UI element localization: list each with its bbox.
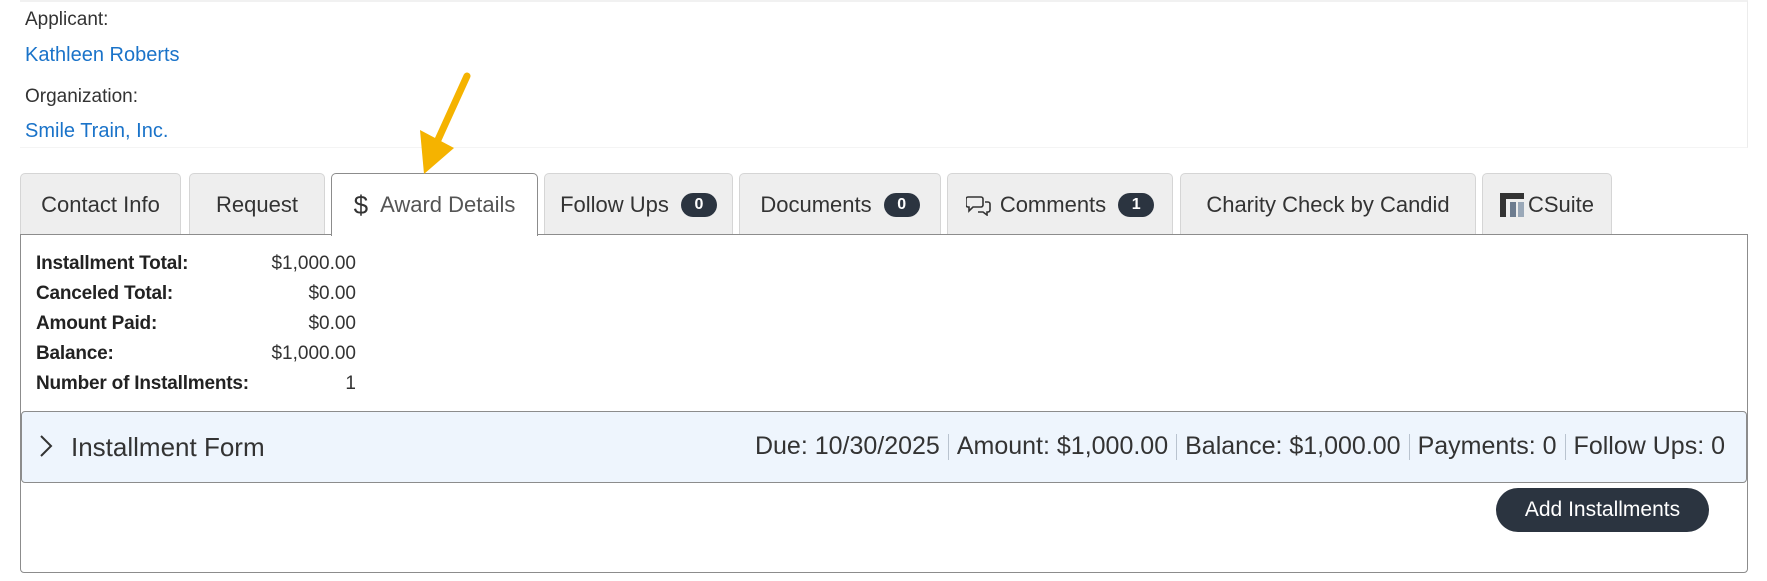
applicant-name-link[interactable]: Kathleen Roberts <box>25 44 180 67</box>
summary-value: $0.00 <box>308 313 356 334</box>
organization-name-link[interactable]: Smile Train, Inc. <box>25 120 168 143</box>
divider <box>1564 433 1566 460</box>
summary-row: Installment Total: $1,000.00 <box>36 253 356 283</box>
tab-label: CSuite <box>1527 191 1595 217</box>
tab-documents[interactable]: Documents 0 <box>739 173 941 235</box>
summary-row: Number of Installments: 1 <box>36 373 356 403</box>
summary-label: Balance: <box>36 343 114 364</box>
award-details-panel: Installment Total: $1,000.00 Canceled To… <box>20 234 1748 573</box>
tab-label: Contact Info <box>41 191 160 217</box>
summary-row: Amount Paid: $0.00 <box>36 313 356 343</box>
divider <box>1408 433 1410 460</box>
summary-row: Canceled Total: $0.00 <box>36 283 356 313</box>
csuite-logo-icon <box>1499 192 1524 217</box>
tab-label: Documents <box>760 191 872 217</box>
tab-label: Follow Ups <box>560 191 669 217</box>
installment-accordion-row[interactable]: Installment Form Due: 10/30/2025 Amount:… <box>21 411 1747 483</box>
dollar-icon: $ <box>353 189 369 220</box>
summary-row: Balance: $1,000.00 <box>36 343 356 373</box>
summary-label: Canceled Total: <box>36 283 174 304</box>
summary-label: Installment Total: <box>36 253 189 274</box>
organization-label: Organization: <box>25 86 139 107</box>
tab-bar: Contact Info Request $ Award Details Fol… <box>20 173 1748 236</box>
applicant-label: Applicant: <box>25 9 109 30</box>
comments-icon <box>965 195 991 216</box>
summary-value: $0.00 <box>308 283 356 304</box>
summary-value: 1 <box>345 373 356 394</box>
annotation-arrow-icon <box>420 72 471 174</box>
follow-ups-count-badge: 0 <box>680 192 717 217</box>
comments-count-badge: 1 <box>1118 192 1155 217</box>
summary-label: Amount Paid: <box>36 313 158 334</box>
tab-follow-ups[interactable]: Follow Ups 0 <box>544 173 733 235</box>
tab-label: Charity Check by Candid <box>1206 191 1450 217</box>
divider <box>947 433 949 460</box>
installment-due: Due: 10/30/2025 <box>754 432 940 460</box>
divider <box>1176 433 1178 460</box>
tab-contact-info[interactable]: Contact Info <box>20 173 181 235</box>
summary-value: $1,000.00 <box>271 343 356 364</box>
tab-charity-check[interactable]: Charity Check by Candid <box>1180 173 1476 235</box>
documents-count-badge: 0 <box>883 192 920 217</box>
tab-label: Request <box>216 191 298 217</box>
tab-request[interactable]: Request <box>189 173 325 235</box>
installment-follow-ups: Follow Ups: 0 <box>1573 432 1725 460</box>
installment-title: Installment Form <box>71 432 265 462</box>
tab-label: Comments <box>999 191 1107 217</box>
tab-label: Award Details <box>380 192 516 217</box>
summary-value: $1,000.00 <box>271 253 356 274</box>
installment-payments: Payments: 0 <box>1417 432 1557 460</box>
tab-comments[interactable]: Comments 1 <box>947 173 1173 235</box>
summary-label: Number of Installments: <box>36 373 249 394</box>
chevron-right-icon[interactable] <box>39 434 53 458</box>
tab-award-details[interactable]: $ Award Details <box>331 173 538 236</box>
installment-amount: Amount: $1,000.00 <box>956 432 1169 460</box>
applicant-card: Applicant: Kathleen Roberts Organization… <box>20 0 1748 148</box>
installment-meta: Due: 10/30/2025 Amount: $1,000.00 Balanc… <box>755 432 1725 461</box>
installment-balance: Balance: $1,000.00 <box>1185 432 1401 460</box>
add-installments-button[interactable]: Add Installments <box>1496 488 1709 532</box>
tab-csuite[interactable]: CSuite <box>1482 173 1612 235</box>
